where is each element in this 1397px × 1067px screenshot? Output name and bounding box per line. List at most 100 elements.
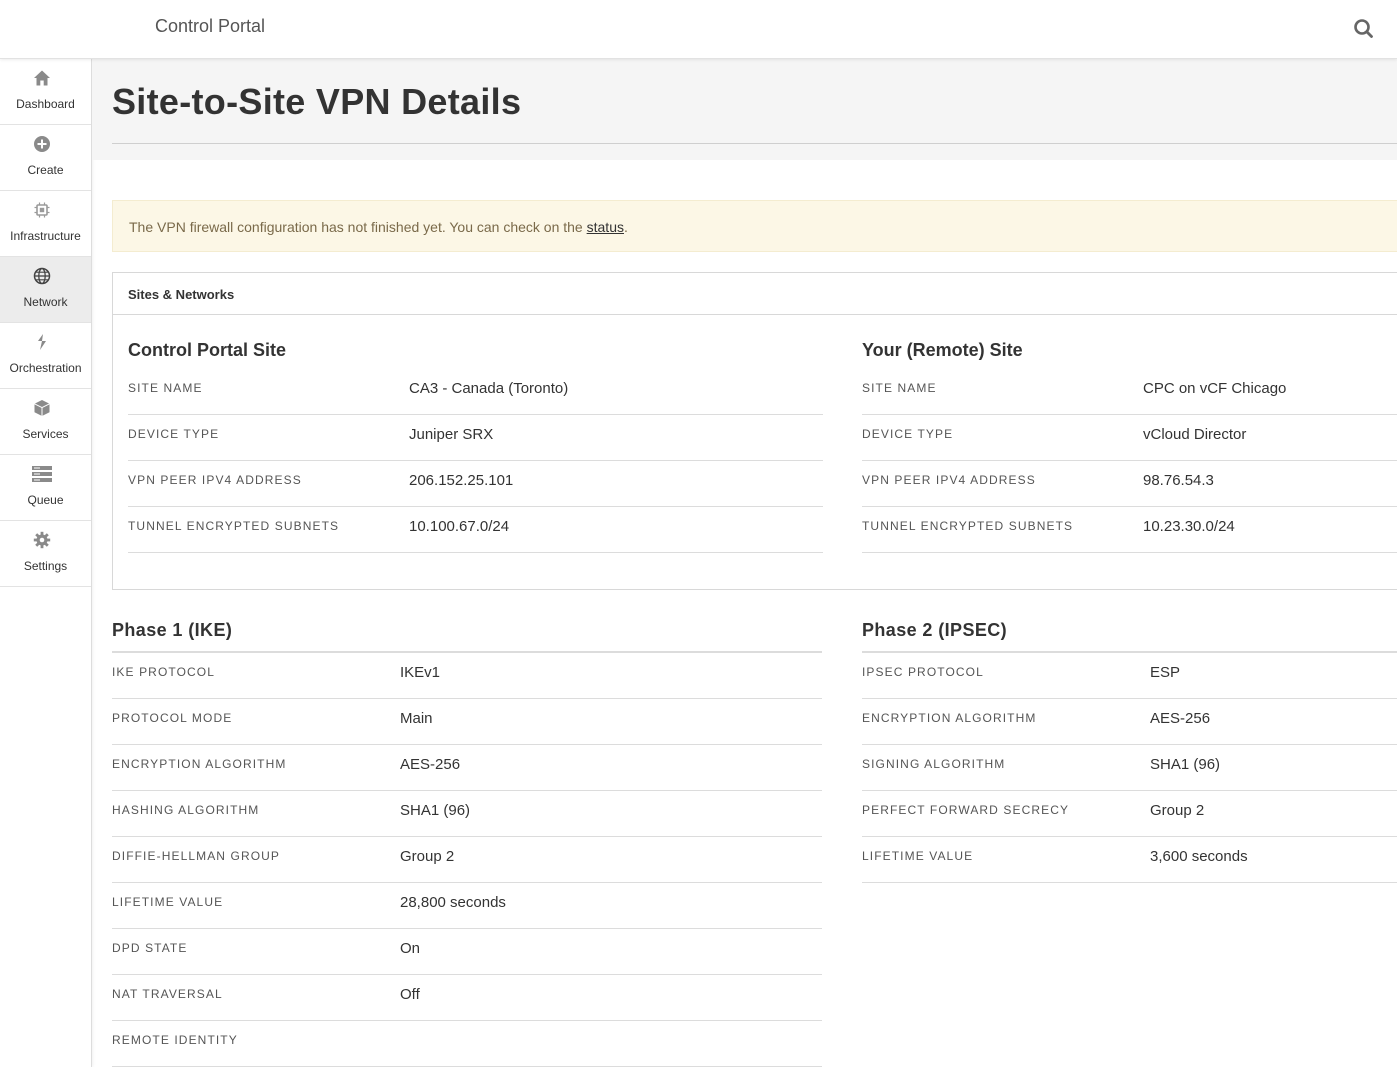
sidebar-item-create[interactable]: Create <box>0 125 91 191</box>
globe-icon <box>33 267 51 285</box>
app-title[interactable]: Control Portal <box>155 16 265 37</box>
sidebar-item-label: Services <box>22 427 69 441</box>
plus-circle-icon <box>33 135 51 153</box>
phase1-row: NAT Traversal Off <box>112 975 822 1021</box>
row-label: Tunnel Encrypted Subnets <box>862 519 1074 533</box>
sidebar-item-settings[interactable]: Settings <box>0 521 91 587</box>
row-label: Hashing Algorithm <box>112 803 260 817</box>
row-value: Group 2 <box>400 848 455 865</box>
status-alert: The VPN firewall configuration has not f… <box>112 200 1397 252</box>
row-label: Lifetime Value <box>862 849 974 863</box>
sidebar-item-label: Orchestration <box>9 361 82 375</box>
local-row-peer-address: VPN Peer IPv4 Address 206.152.25.101 <box>128 461 823 507</box>
phase1-row: Protocol Mode Main <box>112 699 822 745</box>
sidebar-item-label: Network <box>23 295 68 309</box>
phase1-row: IKE Protocol IKEv1 <box>112 653 822 699</box>
row-value: AES-256 <box>400 756 461 773</box>
local-row-subnets: Tunnel Encrypted Subnets 10.100.67.0/24 <box>128 507 823 553</box>
phase1-row: Remote Identity <box>112 1021 822 1067</box>
sidebar-item-network[interactable]: Network <box>0 257 91 323</box>
row-label: Lifetime Value <box>112 895 224 909</box>
sidebar-item-queue[interactable]: Queue <box>0 455 91 521</box>
row-value: vCloud Director <box>1143 426 1247 443</box>
phase1-row: Encryption Algorithm AES-256 <box>112 745 822 791</box>
row-value: 28,800 seconds <box>400 894 506 911</box>
phase1-row: Lifetime Value 28,800 seconds <box>112 883 822 929</box>
local-site-title: Control Portal Site <box>128 340 287 360</box>
row-value: 3,600 seconds <box>1150 848 1248 865</box>
phase2-title: Phase 2 (IPSEC) <box>862 620 1008 640</box>
row-label: Device Type <box>862 427 954 441</box>
sidebar-item-infrastructure[interactable]: Infrastructure <box>0 191 91 257</box>
row-value: 10.23.30.0/24 <box>1143 518 1235 535</box>
row-label: IPSEC Protocol <box>862 665 984 679</box>
queue-icon <box>32 465 52 483</box>
phase1-row: Hashing Algorithm SHA1 (96) <box>112 791 822 837</box>
row-value: 206.152.25.101 <box>409 472 514 489</box>
remote-site-title: Your (Remote) Site <box>862 340 1023 360</box>
sidebar-item-label: Dashboard <box>16 97 75 111</box>
sidebar-nav: Dashboard Create Infrastructure Network … <box>0 59 92 1067</box>
sidebar-item-label: Queue <box>27 493 64 507</box>
row-label: VPN Peer IPv4 Address <box>128 473 302 487</box>
phase2-row: IPSEC Protocol ESP <box>862 653 1397 699</box>
phase1-row: Diffie-Hellman Group Group 2 <box>112 837 822 883</box>
sidebar-item-orchestration[interactable]: Orchestration <box>0 323 91 389</box>
local-row-site-name: Site Name CA3 - Canada (Toronto) <box>128 369 823 415</box>
status-link[interactable]: status <box>587 219 624 235</box>
top-bar: Control Portal <box>0 0 1397 59</box>
phase1-row: DPD State On <box>112 929 822 975</box>
remote-row-site-name: Site Name CPC on vCF Chicago <box>862 369 1397 415</box>
sidebar-item-services[interactable]: Services <box>0 389 91 455</box>
remote-row-device-type: Device Type vCloud Director <box>862 415 1397 461</box>
page-header: Site-to-Site VPN Details <box>92 59 1397 160</box>
alert-text: The VPN firewall configuration has not f… <box>129 219 587 235</box>
sidebar-item-label: Create <box>27 163 64 177</box>
row-value: CA3 - Canada (Toronto) <box>409 380 569 397</box>
chip-icon <box>33 201 51 219</box>
home-icon <box>33 69 51 87</box>
row-value: SHA1 (96) <box>400 802 471 819</box>
row-value: Juniper SRX <box>409 426 494 443</box>
row-value: IKEv1 <box>400 664 441 681</box>
row-value: Group 2 <box>1150 802 1205 819</box>
search-icon[interactable] <box>1350 15 1378 43</box>
row-value: ESP <box>1150 664 1181 681</box>
phase2-row: Lifetime Value 3,600 seconds <box>862 837 1397 883</box>
phase2-row: Encryption Algorithm AES-256 <box>862 699 1397 745</box>
row-label: Encryption Algorithm <box>862 711 1037 725</box>
row-label: Encryption Algorithm <box>112 757 287 771</box>
phase2-row: Signing Algorithm SHA1 (96) <box>862 745 1397 791</box>
row-label: Protocol Mode <box>112 711 233 725</box>
alert-suffix: . <box>623 219 628 235</box>
row-label: Tunnel Encrypted Subnets <box>128 519 340 533</box>
sidebar-item-label: Infrastructure <box>10 229 81 243</box>
row-label: Perfect Forward Secrecy <box>862 803 1070 817</box>
remote-row-subnets: Tunnel Encrypted Subnets 10.23.30.0/24 <box>862 507 1397 553</box>
card-heading: Sites & Networks <box>113 273 1397 315</box>
row-label: VPN Peer IPv4 Address <box>862 473 1036 487</box>
row-value: AES-256 <box>1150 710 1211 727</box>
remote-row-peer-address: VPN Peer IPv4 Address 98.76.54.3 <box>862 461 1397 507</box>
row-value: On <box>400 940 421 957</box>
gear-icon <box>33 531 51 549</box>
row-value: Main <box>400 710 433 727</box>
page-title: Site-to-Site VPN Details <box>112 81 522 122</box>
row-label: Remote Identity <box>112 1033 238 1047</box>
row-value: SHA1 (96) <box>1150 756 1221 773</box>
row-label: Device Type <box>128 427 220 441</box>
row-value: 98.76.54.3 <box>1143 472 1214 489</box>
local-row-device-type: Device Type Juniper SRX <box>128 415 823 461</box>
row-value: CPC on vCF Chicago <box>1143 380 1287 397</box>
sidebar-item-label: Settings <box>23 559 68 573</box>
row-value: 10.100.67.0/24 <box>409 518 510 535</box>
cube-icon <box>33 399 51 417</box>
flow-icon <box>33 333 51 351</box>
sidebar-item-dashboard[interactable]: Dashboard <box>0 59 91 125</box>
row-label: Signing Algorithm <box>862 757 1006 771</box>
row-label: Diffie-Hellman Group <box>112 849 281 863</box>
row-label: NAT Traversal <box>112 987 223 1001</box>
row-label: IKE Protocol <box>112 665 216 679</box>
phase2-row: Perfect Forward Secrecy Group 2 <box>862 791 1397 837</box>
phase1-title: Phase 1 (IKE) <box>112 620 233 640</box>
